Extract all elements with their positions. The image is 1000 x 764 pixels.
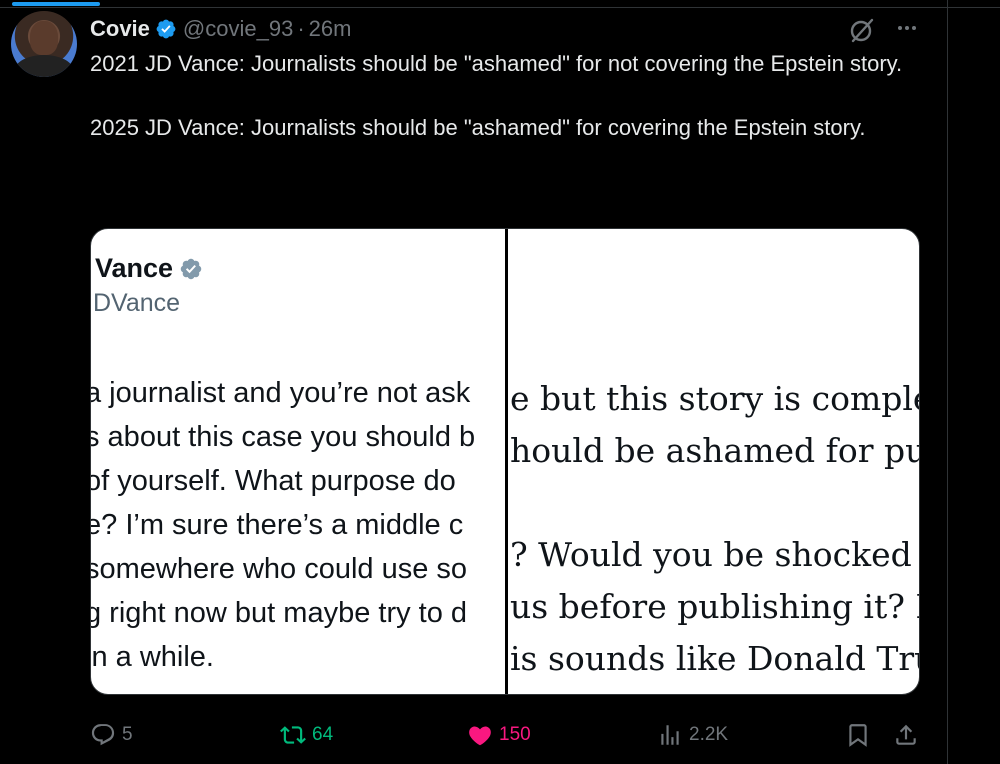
share-button[interactable]: [893, 715, 925, 755]
media-author-handle: DVance: [93, 289, 181, 317]
reply-icon: [91, 724, 115, 746]
tab-indicator: [12, 2, 100, 6]
author-handle[interactable]: @covie_93: [183, 16, 293, 42]
reply-count: 5: [122, 724, 133, 745]
post-text: 2021 JD Vance: Journalists should be "as…: [90, 48, 920, 176]
media-right-panel: e but this story is comple hould be asha…: [508, 229, 920, 694]
media-left-line: in a while.: [91, 641, 214, 673]
avatar-face: [30, 21, 58, 55]
media-left-line: somewhere who could use so: [91, 553, 468, 585]
media-right-line: us before publishing it? D: [510, 587, 920, 626]
media-author-name: Vance: [95, 253, 203, 284]
media-left-line: a journalist and you’re not ask: [91, 377, 471, 409]
media-left-line: of yourself. What purpose do: [91, 465, 456, 497]
post-header: Covie @covie_93 · 26m: [90, 14, 351, 44]
like-icon: [469, 726, 491, 746]
like-count: 150: [499, 724, 531, 745]
views-icon: [661, 725, 679, 745]
more-dot: [898, 26, 902, 30]
retweet-button[interactable]: 64: [280, 715, 333, 755]
media-right-line: is sounds like Donald Tru: [510, 639, 920, 678]
column-border: [947, 0, 948, 764]
author-name[interactable]: Covie: [90, 16, 150, 42]
verified-badge-icon: [180, 258, 202, 279]
retweet-icon: [280, 726, 306, 744]
view-count: 2.2K: [689, 724, 729, 745]
views-button[interactable]: 2.2K: [657, 715, 728, 755]
media-left-line: s about this case you should b: [91, 421, 476, 453]
post-actions: 5 64 150 2.2K: [0, 715, 948, 755]
grok-icon[interactable]: [848, 16, 876, 44]
media-right-line: e but this story is comple: [510, 379, 920, 418]
like-button[interactable]: 150: [467, 715, 531, 755]
post-text-paragraph: 2021 JD Vance: Journalists should be "as…: [90, 51, 903, 76]
more-dot: [905, 26, 909, 30]
reply-button[interactable]: 5: [90, 715, 133, 755]
media-left-panel: Vance DVance a journalist and you’re not…: [91, 229, 505, 694]
post-time[interactable]: 26m: [309, 16, 352, 42]
media-left-line: e? I’m sure there’s a middle c: [91, 509, 464, 541]
share-icon: [896, 724, 916, 745]
media-left-line: g right now but maybe try to d: [91, 597, 468, 629]
retweet-count: 64: [312, 724, 334, 745]
more-dot: [912, 26, 916, 30]
avatar[interactable]: [11, 11, 77, 77]
post-text-paragraph: 2025 JD Vance: Journalists should be "as…: [90, 115, 866, 140]
bookmark-icon: [849, 724, 867, 747]
verified-badge-icon[interactable]: [155, 18, 177, 40]
top-border: [0, 0, 1000, 8]
avatar-shoulders: [15, 55, 73, 77]
bookmark-button[interactable]: [845, 715, 877, 755]
media-right-line: hould be ashamed for pu: [510, 431, 920, 470]
more-icon[interactable]: [893, 18, 921, 38]
media-author-name-text: Vance: [95, 253, 174, 283]
separator-dot: ·: [297, 16, 305, 41]
post-media-image[interactable]: Vance DVance a journalist and you’re not…: [90, 228, 920, 695]
media-right-line: ? Would you be shocked: [510, 535, 912, 574]
